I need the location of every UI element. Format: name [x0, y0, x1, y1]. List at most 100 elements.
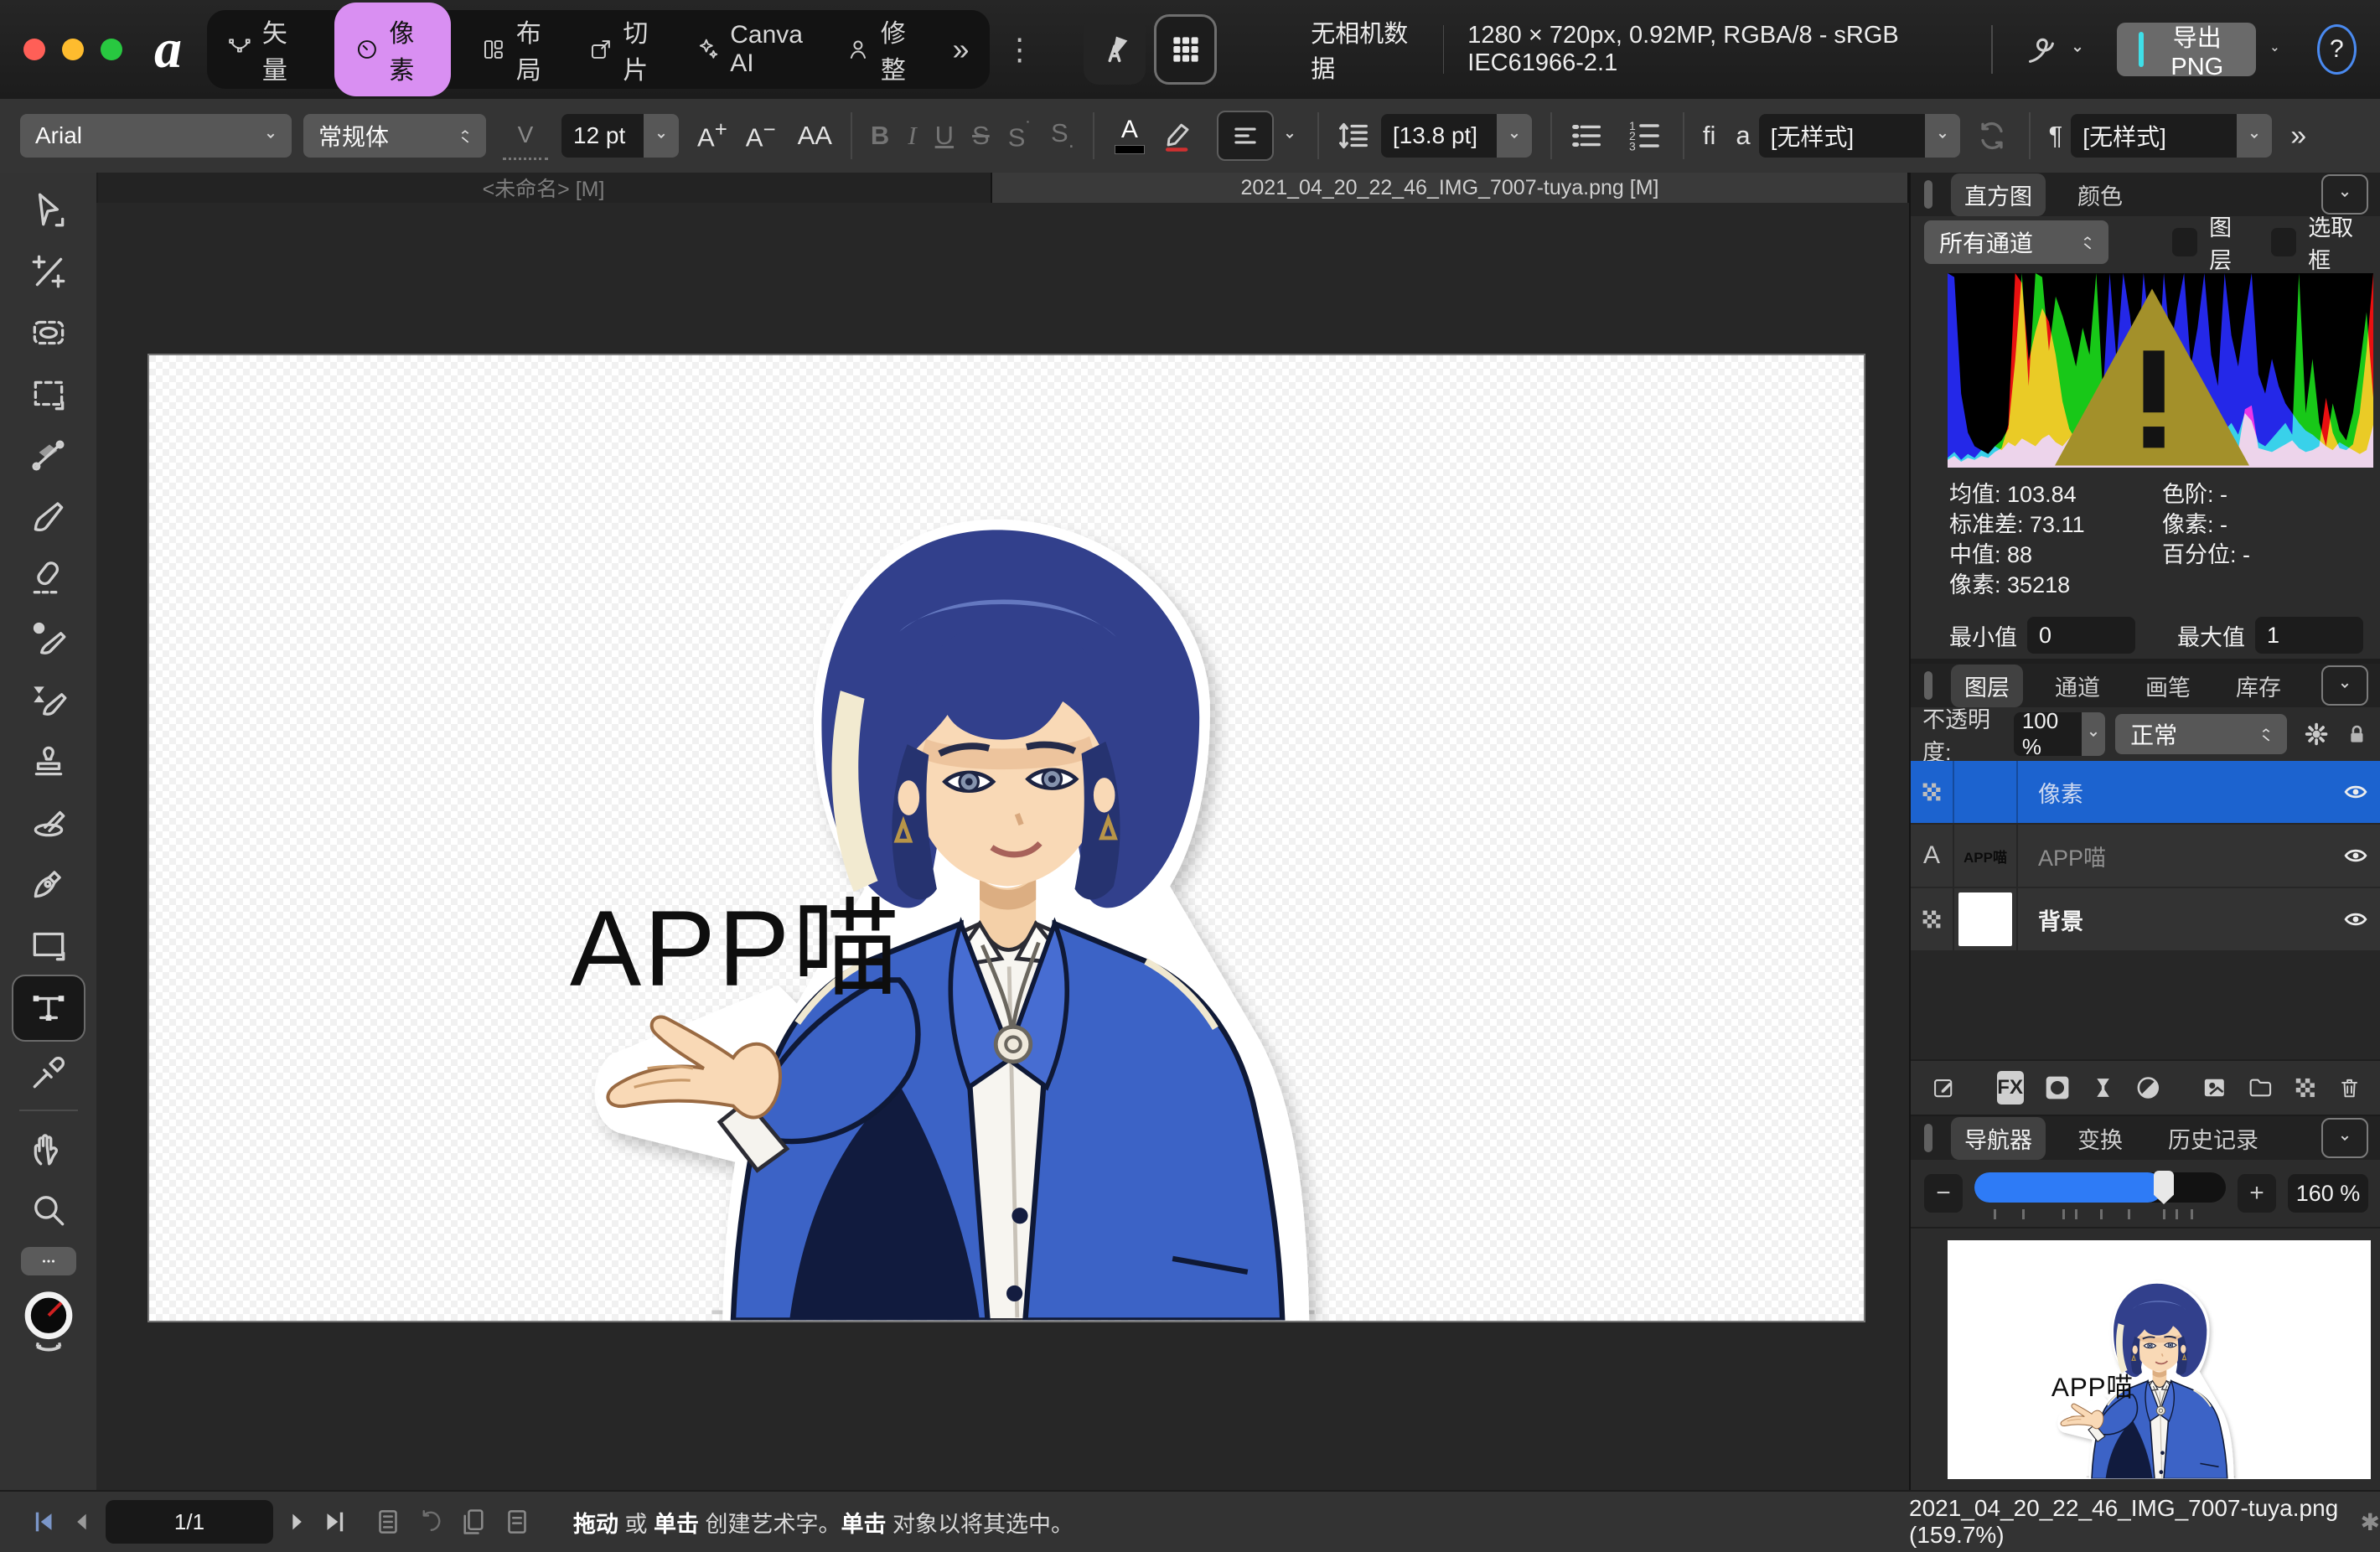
tab-brushes[interactable]: 画笔 [2132, 665, 2204, 707]
persona-overflow-button[interactable]: » [953, 32, 970, 67]
persona-slice[interactable]: 切片 [588, 13, 665, 86]
export-options-chevron[interactable] [2268, 37, 2282, 62]
help-button[interactable]: ? [2317, 24, 2357, 75]
character-style-select[interactable]: [无样式] [1759, 114, 1960, 158]
zoom-percentage[interactable]: 160 % [2288, 1174, 2368, 1213]
persona-canva-ai[interactable]: Canva AI [695, 21, 815, 78]
export-png-button[interactable]: 导出PNG [2117, 23, 2256, 76]
layer-visibility-toggle[interactable] [2330, 761, 2380, 823]
undo-brush-tool[interactable] [16, 669, 81, 730]
decrease-size-button[interactable]: A− [746, 118, 776, 153]
layer-effects-button[interactable]: FX [1997, 1071, 2024, 1105]
gradient-tool[interactable] [16, 424, 81, 485]
tab-stock[interactable]: 库存 [2222, 665, 2295, 707]
toolbar-overflow-button[interactable]: » [2290, 120, 2306, 153]
leading-combo[interactable]: [13.8 pt] [1381, 114, 1532, 158]
persona-layout[interactable]: 布局 [481, 13, 558, 86]
increase-size-button[interactable]: A+ [697, 118, 727, 153]
font-style-select[interactable]: 常规体 [303, 114, 486, 158]
paragraph-align-button[interactable] [1217, 111, 1274, 161]
next-page-button[interactable] [285, 1510, 308, 1534]
ligatures-button[interactable]: fi [1703, 121, 1716, 151]
marquee-checkbox[interactable] [2271, 228, 2296, 256]
highlighter-icon[interactable] [1160, 117, 1197, 154]
panel-drag-handle[interactable] [1924, 1124, 1932, 1152]
tab-layers[interactable]: 图层 [1951, 665, 2023, 707]
layer-row-background[interactable]: 背景 [1911, 888, 2380, 952]
font-size-combo[interactable]: 12 pt [561, 114, 679, 158]
persona-pixel[interactable]: 像素 [334, 3, 452, 96]
document-tab-untitled[interactable]: <未命名> [M] [96, 173, 992, 203]
first-page-button[interactable] [30, 1508, 59, 1536]
last-page-button[interactable] [320, 1508, 349, 1536]
minimize-window-button[interactable] [62, 39, 84, 60]
adjustment-layer-icon[interactable] [2135, 1070, 2161, 1105]
text-annotation-button[interactable] [1084, 14, 1146, 85]
duplicate-page-icon[interactable] [458, 1506, 489, 1538]
color-replacement-brush-tool[interactable] [16, 608, 81, 669]
marquee-select-tool[interactable] [16, 363, 81, 424]
erase-brush-tool[interactable] [16, 546, 81, 608]
tab-color[interactable]: 颜色 [2064, 173, 2136, 216]
tab-channels[interactable]: 通道 [2041, 665, 2114, 707]
collapse-panel-button[interactable] [2321, 665, 2368, 706]
zoom-slider[interactable] [1974, 1169, 2226, 1218]
numbered-list-icon[interactable]: 1 2 3 [1624, 116, 1664, 156]
layer-checkbox[interactable] [2172, 228, 2197, 256]
collapse-panel-button[interactable] [2321, 174, 2368, 215]
mask-layer-icon[interactable] [2044, 1071, 2071, 1105]
tab-transform[interactable]: 变换 [2064, 1117, 2136, 1160]
persona-vector[interactable]: 矢量 [227, 13, 304, 86]
hourglass-mask-icon[interactable] [2091, 1071, 2115, 1105]
trash-icon[interactable] [2337, 1070, 2362, 1105]
blemish-removal-tool[interactable] [16, 241, 81, 302]
move-tool[interactable] [16, 179, 81, 241]
layer-visibility-toggle[interactable] [2330, 888, 2380, 950]
persona-retouch[interactable]: 修整 [846, 13, 923, 86]
document-tab-active[interactable]: 2021_04_20_22_46_IMG_7007-tuya.png [M] [992, 173, 1909, 203]
channel-select[interactable]: 所有通道 [1924, 220, 2108, 264]
navigator-preview[interactable] [1948, 1240, 2371, 1479]
min-input[interactable]: 0 [2027, 617, 2135, 654]
layer-row-text[interactable]: A APP喵 APP喵 [1911, 825, 2380, 888]
strikethrough-button[interactable]: S [972, 121, 990, 151]
new-group-icon[interactable] [2247, 1071, 2274, 1105]
layer-list-empty-area[interactable] [1911, 952, 2380, 1061]
tab-navigator[interactable]: 导航器 [1951, 1117, 2046, 1160]
document-pages-icon[interactable] [372, 1506, 404, 1538]
lock-icon[interactable] [2344, 719, 2370, 749]
clone-stamp-tool[interactable] [16, 730, 81, 791]
page-indicator[interactable]: 1/1 [106, 1500, 273, 1544]
chevron-down-icon[interactable] [1281, 123, 1299, 148]
panel-drag-handle[interactable] [1924, 180, 1932, 209]
italic-button[interactable]: I [908, 121, 916, 151]
revert-icon[interactable] [416, 1507, 446, 1537]
paint-brush-tool[interactable] [16, 485, 81, 546]
subscript-button[interactable]: S. [1051, 118, 1074, 153]
color-selector[interactable] [16, 1282, 81, 1363]
previous-page-button[interactable] [70, 1510, 94, 1534]
quick-share-button[interactable] [2021, 30, 2087, 69]
sync-style-icon[interactable] [1974, 117, 2010, 154]
panel-drag-handle[interactable] [1924, 671, 1932, 700]
new-image-layer-icon[interactable] [2202, 1071, 2227, 1105]
layer-row-pixel[interactable]: 像素 [1911, 761, 2380, 825]
zoom-in-button[interactable]: + [2238, 1174, 2276, 1213]
max-input[interactable]: 1 [2255, 617, 2363, 654]
color-picker-tool[interactable] [16, 1042, 81, 1103]
opacity-combo[interactable]: 100 % [2014, 712, 2105, 756]
rectangle-tool[interactable] [16, 913, 81, 975]
superscript-button[interactable]: S˙ [1008, 118, 1032, 153]
zoom-window-button[interactable] [101, 39, 122, 60]
pen-tool[interactable] [16, 852, 81, 913]
studio-grid-button[interactable] [1154, 14, 1217, 85]
bullet-list-icon[interactable] [1567, 116, 1606, 155]
view-pan-tool[interactable] [16, 1118, 81, 1179]
more-options-button[interactable]: ⋮ [1005, 32, 1037, 67]
artistic-text-tool[interactable] [12, 975, 85, 1042]
capitalization-button[interactable]: AA [798, 121, 832, 151]
tab-history[interactable]: 历史记录 [2155, 1117, 2272, 1160]
more-tools-button[interactable] [21, 1247, 76, 1275]
paragraph-style-select[interactable]: [无样式] [2071, 114, 2272, 158]
canvas-workspace[interactable] [96, 203, 1909, 1492]
